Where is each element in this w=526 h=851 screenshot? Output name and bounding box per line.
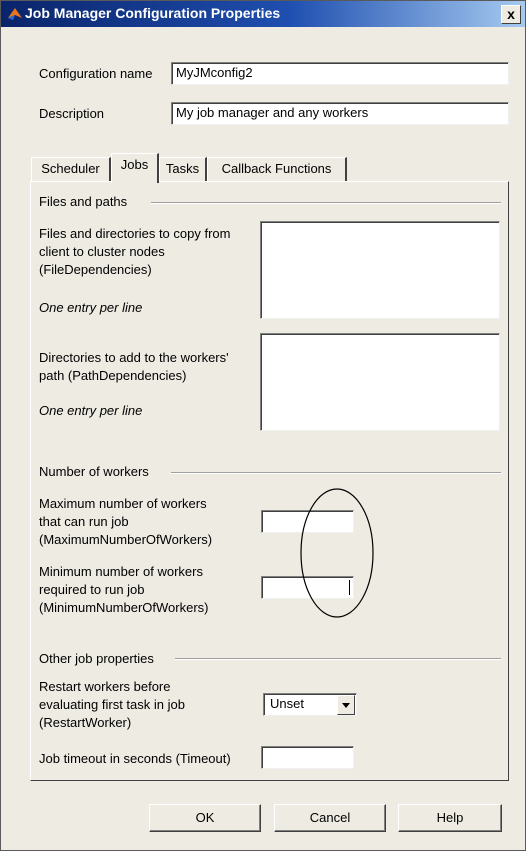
description-field[interactable]: My job manager and any workers — [171, 102, 509, 125]
restart-label-3: (RestartWorker) — [39, 715, 132, 730]
file-deps-label-2: client to cluster nodes — [39, 244, 165, 259]
section-divider — [171, 472, 501, 474]
path-dependencies-textarea[interactable] — [260, 333, 500, 431]
description-label: Description — [39, 106, 105, 121]
help-button[interactable]: Help — [398, 804, 502, 832]
path-deps-label-1: Directories to add to the workers' — [39, 350, 229, 365]
config-dialog: Job Manager Configuration Properties x C… — [0, 0, 526, 851]
config-name-field[interactable]: MyJMconfig2 — [171, 62, 509, 85]
tab-tasks[interactable]: Tasks — [159, 157, 207, 181]
restart-worker-value: Unset — [270, 696, 304, 711]
timeout-field[interactable] — [261, 746, 354, 769]
file-deps-hint: One entry per line — [39, 300, 143, 315]
max-workers-label-3: (MaximumNumberOfWorkers) — [39, 532, 213, 547]
section-divider — [175, 658, 501, 660]
min-workers-label-3: (MinimumNumberOfWorkers) — [39, 600, 209, 615]
window-title: Job Manager Configuration Properties — [25, 5, 281, 21]
other-section-heading: Other job properties — [39, 651, 158, 666]
path-deps-hint: One entry per line — [39, 403, 143, 418]
config-name-label: Configuration name — [39, 66, 153, 81]
dropdown-button[interactable] — [337, 695, 355, 715]
tab-scheduler[interactable]: Scheduler — [31, 157, 111, 181]
highlight-ellipse — [300, 488, 374, 618]
tab-label: Scheduler — [41, 161, 100, 176]
restart-worker-select[interactable]: Unset — [263, 693, 357, 716]
cancel-button[interactable]: Cancel — [274, 804, 386, 832]
section-divider — [151, 202, 501, 204]
restart-label-1: Restart workers before — [39, 679, 171, 694]
timeout-label: Job timeout in seconds (Timeout) — [39, 751, 231, 766]
files-section-heading: Files and paths — [39, 194, 132, 209]
min-workers-label-2: required to run job — [39, 582, 145, 597]
tab-label: Callback Functions — [221, 161, 332, 176]
close-icon: x — [507, 6, 515, 22]
path-deps-label-2: path (PathDependencies) — [39, 368, 187, 383]
tab-label: Tasks — [165, 161, 200, 176]
chevron-down-icon — [342, 703, 350, 708]
close-button[interactable]: x — [501, 5, 521, 24]
file-deps-label-3: (FileDependencies) — [39, 262, 152, 277]
tab-callback-functions[interactable]: Callback Functions — [207, 157, 347, 181]
max-workers-label-1: Maximum number of workers — [39, 496, 207, 511]
ok-button[interactable]: OK — [149, 804, 261, 832]
tab-jobs[interactable]: Jobs — [111, 153, 159, 183]
restart-label-2: evaluating first task in job — [39, 697, 185, 712]
workers-section-heading: Number of workers — [39, 464, 153, 479]
matlab-logo-icon — [8, 8, 22, 20]
tab-label: Jobs — [120, 157, 149, 172]
min-workers-label-1: Minimum number of workers — [39, 564, 203, 579]
file-dependencies-textarea[interactable] — [260, 221, 500, 319]
title-bar[interactable]: Job Manager Configuration Properties x — [1, 1, 525, 27]
file-deps-label-1: Files and directories to copy from — [39, 226, 231, 241]
max-workers-label-2: that can run job — [39, 514, 129, 529]
